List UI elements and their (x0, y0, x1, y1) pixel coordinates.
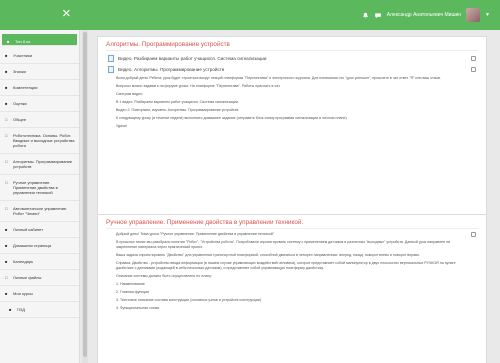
sidebar-item-participants[interactable]: ■ Участники (0, 48, 79, 64)
sidebar-item-competencies[interactable]: ■ Компетенции (0, 80, 79, 96)
section-paragraph: 1. Наименование (116, 282, 145, 286)
sidebar-item-pzd[interactable]: ■ ПЗД (0, 302, 79, 318)
section-paragraph: Добрый день! Тема урока "Ручное управлен… (98, 232, 486, 237)
folder-icon: ■ (9, 307, 12, 312)
chat-icon[interactable] (374, 12, 382, 19)
user-menu-area: Александр Анатольевич Мишин ▼ (362, 6, 490, 24)
user-name[interactable]: Александр Анатольевич Мишин (387, 12, 461, 18)
section-paragraph: 3. Текстовое описание состава конструкци… (116, 298, 262, 302)
folder-icon: □ (5, 117, 8, 122)
section-paragraph: Справка. Двойство - устройство ввода инф… (116, 261, 456, 270)
completion-checkbox-icon[interactable] (471, 66, 476, 72)
resource-label[interactable]: Видео. Алгоритмы. Программирование устро… (118, 67, 224, 72)
section-title: Алгоритмы. Программирование устройств (106, 41, 230, 48)
sidebar-item-private-files[interactable]: □ Личные файлы (0, 270, 79, 286)
graduation-cap-icon: ■ (7, 39, 10, 44)
file-icon: □ (5, 275, 8, 280)
course-content: Алгоритмы. Программирование устройств Ви… (91, 30, 500, 363)
section-paragraph: В 1 видео. Разбираем варианты работ учащ… (116, 100, 239, 104)
sidebar-item-grades[interactable]: ■ Оценки (0, 96, 79, 112)
home-icon: ■ (5, 243, 8, 248)
folder-icon: □ (5, 133, 8, 138)
sidebar-scrollbar[interactable] (82, 30, 88, 363)
resource-link[interactable]: Видео. Алгоритмы. Программирование устро… (98, 62, 486, 73)
badge-icon: ■ (5, 69, 8, 74)
sidebar-item-automatic-control[interactable]: □ Автоматическое управление. Робот "Чемпи… (0, 201, 79, 222)
sidebar-item-dashboard[interactable]: ■ Личный кабинет (0, 222, 79, 238)
sidebar-item-manual-control[interactable]: □ Ручное управление. Применение двойства … (0, 175, 79, 201)
sidebar-item-robotics-basics[interactable]: □ Робототехника. Основы. Робот. Вводные и… (0, 128, 79, 154)
bell-icon[interactable] (362, 12, 369, 19)
section-paragraph: Ваша задача спроектировать "Двойство" дл… (116, 253, 421, 257)
users-icon: ■ (5, 53, 8, 58)
section-paragraph: Описание системы должно быть осуществлен… (116, 274, 213, 278)
sidebar-item-badges[interactable]: ■ Значки (0, 64, 79, 80)
section-manual-control: Ручное управление. Применение двойства в… (97, 214, 487, 363)
course-navigation-drawer: ■ Тип 8 кл. ■ Участники ■ Значки ■ Компетенц… (0, 30, 80, 363)
section-paragraph: Вопросы можно задавать на форуме урока. … (116, 84, 281, 88)
sidebar-item-my-courses[interactable]: ■ Мои курсы (0, 286, 79, 302)
document-icon (108, 54, 114, 62)
section-algorithms: Алгоритмы. Программирование устройств Ви… (97, 36, 487, 222)
scrollbar-thumb[interactable] (83, 32, 87, 357)
sidebar-item-algorithms[interactable]: □ Алгоритмы. Программирование устройств (0, 154, 79, 175)
section-paragraph: 4. Функциональная схема (116, 306, 160, 310)
section-title: Ручное управление. Применение двойства в… (106, 219, 304, 226)
courses-icon: ■ (5, 291, 8, 296)
section-paragraph: Смотрим видео: (116, 92, 144, 96)
close-drawer-icon[interactable]: × (62, 4, 71, 24)
top-navbar: × Александр Анатольевич Мишин ▼ (0, 0, 500, 30)
completion-checkbox-icon[interactable] (471, 55, 476, 61)
competencies-icon: ■ (5, 85, 8, 90)
sidebar-item-calendar[interactable]: ■ Календарь (0, 254, 79, 270)
section-paragraph: В прошлых темах мы разобрали понятия "Ро… (116, 240, 451, 249)
completion-checkbox-icon[interactable] (471, 232, 476, 237)
grades-icon: ■ (5, 101, 8, 106)
resource-label[interactable]: Видео. Разбираем варианты работ учащихся… (118, 56, 266, 61)
dashboard-icon: ■ (5, 227, 8, 232)
folder-icon: □ (5, 159, 8, 164)
resource-link[interactable]: Видео. Разбираем варианты работ учащихся… (98, 51, 486, 62)
sidebar-item-general[interactable]: □ Общее (0, 112, 79, 128)
folder-icon: □ (5, 206, 8, 211)
sidebar-item-course[interactable]: ■ Тип 8 кл. (2, 34, 77, 46)
document-icon (108, 65, 114, 73)
section-paragraph: Удачи! (116, 124, 127, 128)
section-paragraph: 2. Главная функция (116, 290, 149, 294)
section-paragraph: Видео 2. Повторяем, изучаем. Алгоритмы. … (116, 108, 240, 112)
folder-icon: □ (5, 180, 8, 185)
section-paragraph: К следующему уроку (в течение недели) вы… (116, 116, 347, 120)
calendar-icon: ■ (5, 259, 8, 264)
chevron-down-icon[interactable]: ▼ (485, 12, 490, 18)
section-paragraph: Всем добрый день! Ребята, урок будет стр… (116, 76, 441, 80)
sidebar-item-home[interactable]: ■ Домашняя страница (0, 238, 79, 254)
avatar[interactable] (466, 8, 481, 22)
divider (106, 228, 478, 229)
